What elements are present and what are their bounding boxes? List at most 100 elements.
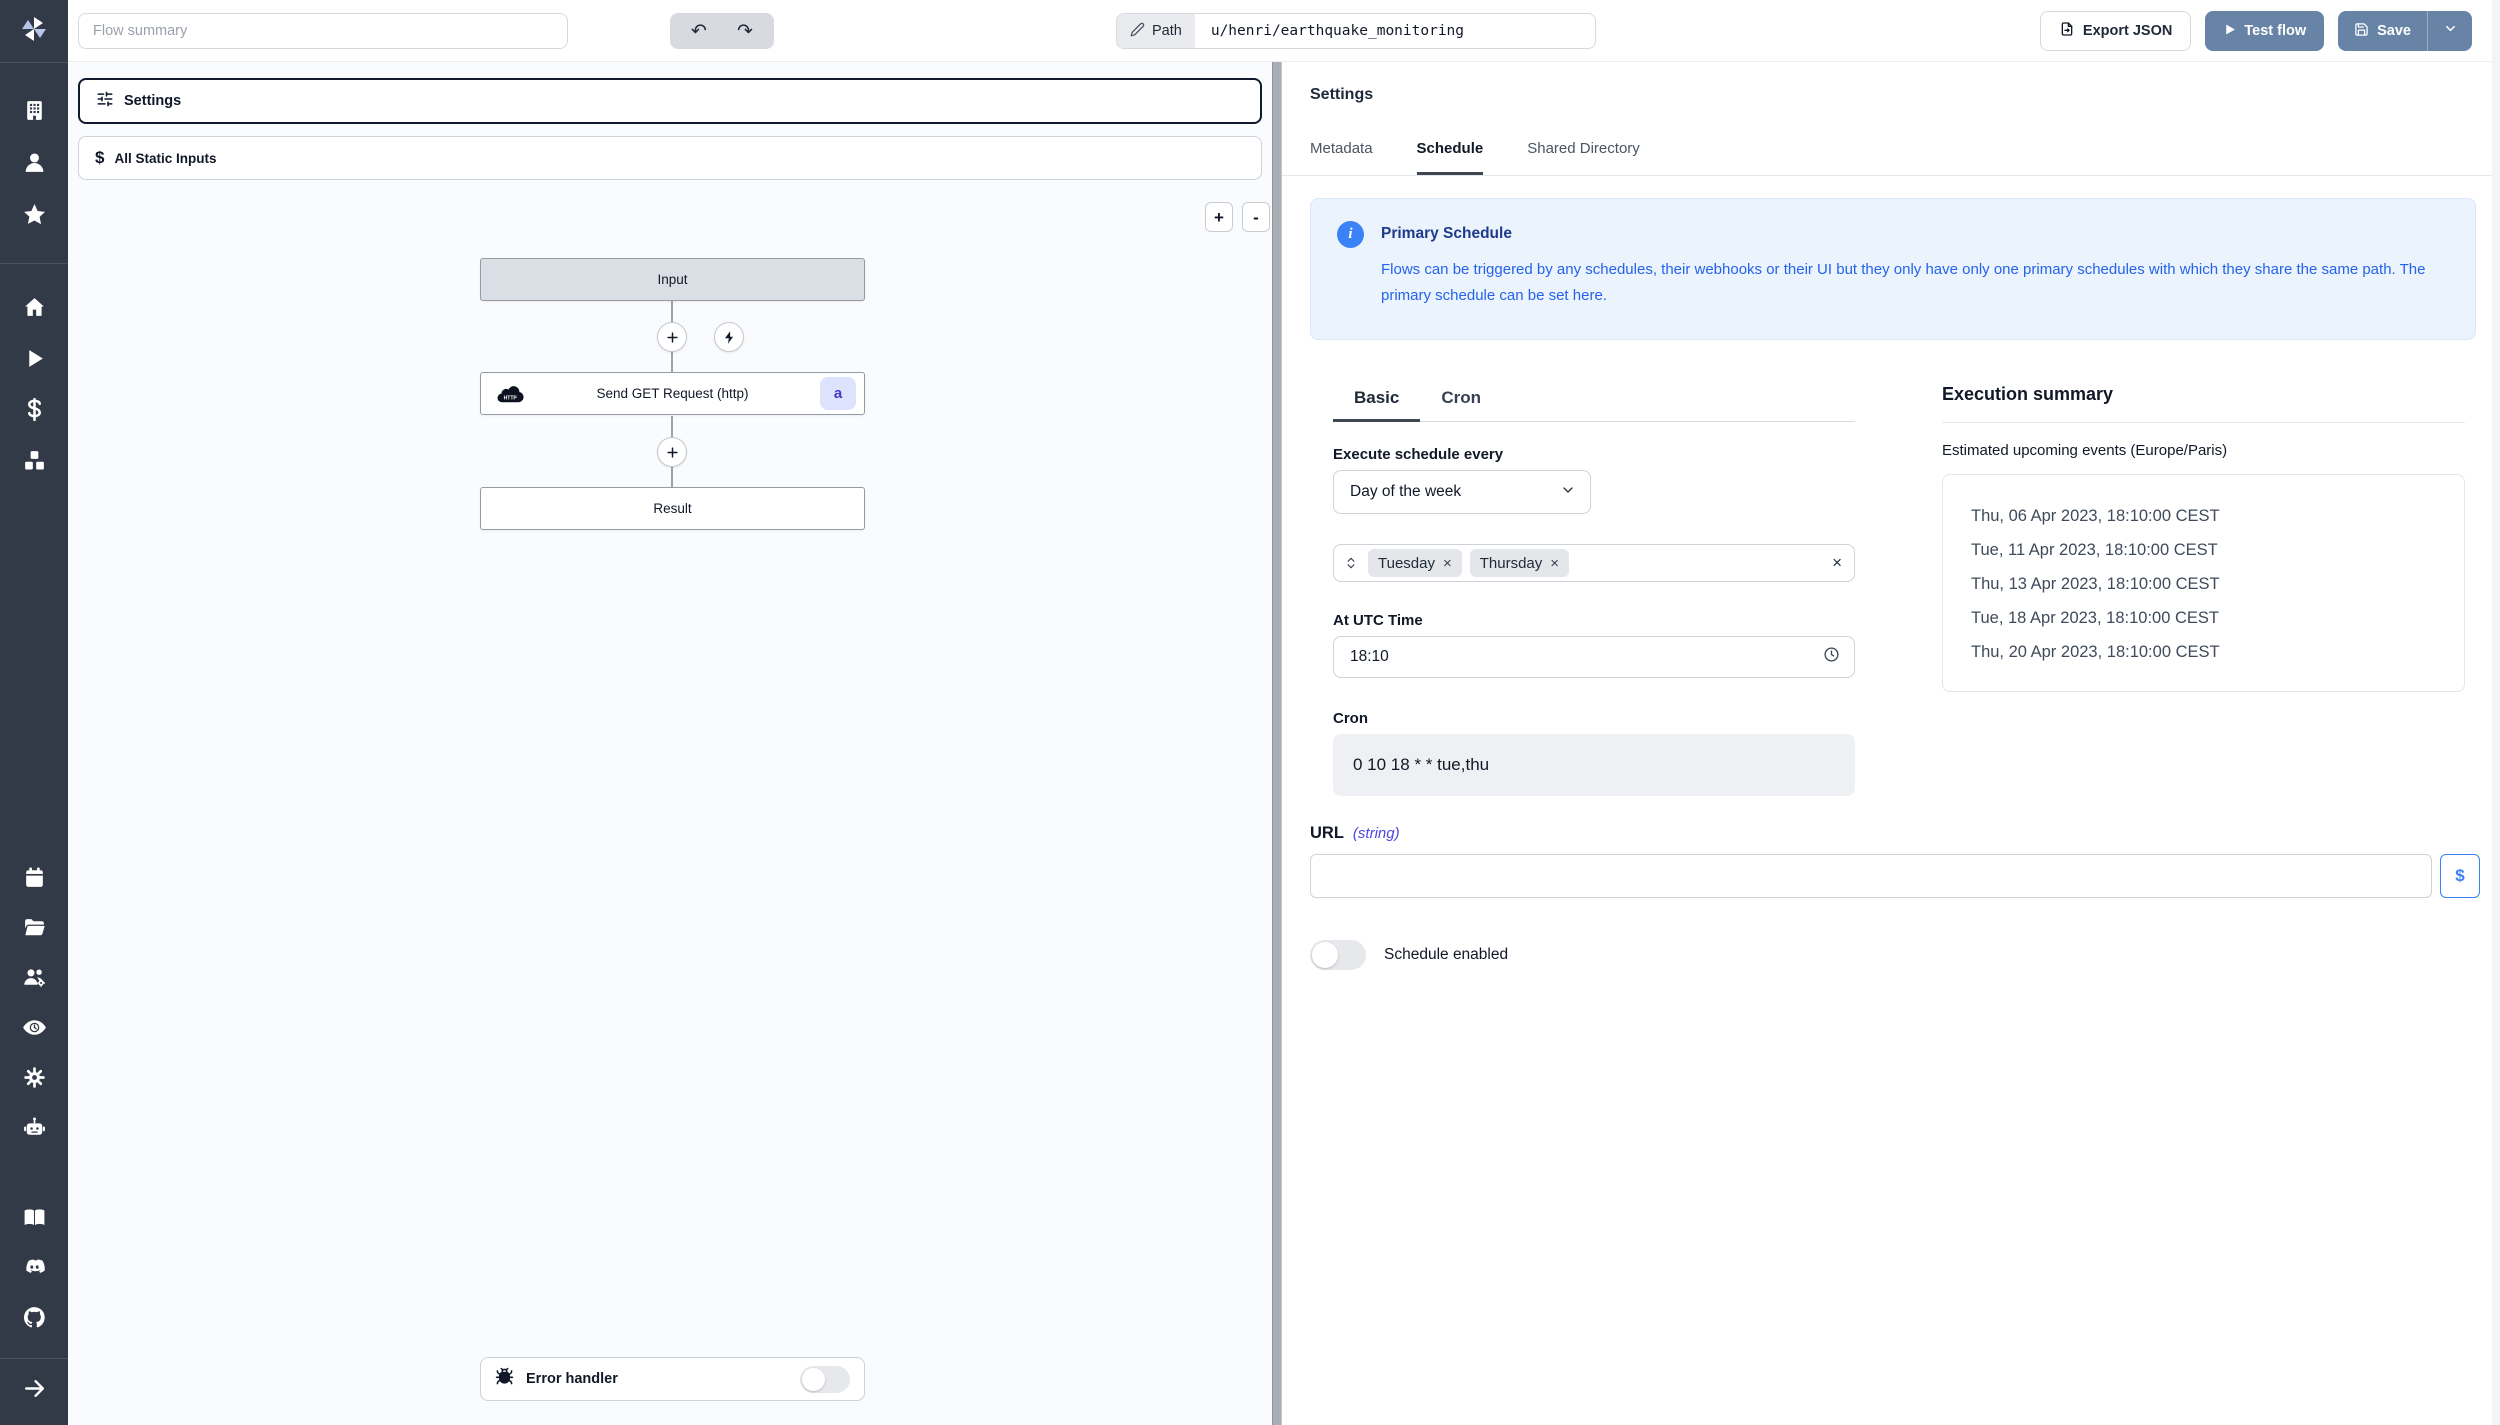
add-step-button-2[interactable]	[657, 437, 687, 467]
sidebar-workspace-group	[10, 89, 58, 241]
sidebar-expand-button[interactable]	[10, 1367, 58, 1415]
path-label: Path	[1152, 23, 1182, 39]
bug-icon	[495, 1367, 514, 1391]
settings-panel: Settings Metadata Schedule Shared Direct…	[1282, 62, 2500, 1425]
windmill-logo-icon	[19, 14, 49, 49]
info-title: Primary Schedule	[1381, 225, 1512, 242]
sidebar-item-favorites[interactable]	[10, 193, 58, 241]
utc-time-value: 18:10	[1350, 648, 1389, 665]
insert-variable-button[interactable]: $	[2440, 854, 2480, 898]
sidebar-item-variables[interactable]	[10, 388, 58, 436]
frequency-select[interactable]: Day of the week	[1333, 470, 1591, 514]
sidebar-divider	[0, 1358, 68, 1359]
export-json-button[interactable]: Export JSON	[2039, 11, 2192, 51]
zoom-out-button[interactable]: -	[1242, 202, 1270, 232]
node-http-step-label: Send GET Request (http)	[596, 386, 749, 401]
save-options-button[interactable]	[2428, 11, 2472, 51]
undo-icon: ↶	[691, 19, 707, 42]
flow-settings-button[interactable]: Settings	[78, 78, 1262, 124]
clock-icon[interactable]	[1823, 646, 1840, 668]
node-result[interactable]: Result	[480, 487, 865, 530]
calendar-icon	[22, 865, 47, 895]
scrollbar-track[interactable]	[2492, 0, 2500, 1425]
app-root: ↶ ↷ Path u/henri/earthquake_monitoring E…	[0, 0, 2500, 1425]
day-chip-label: Thursday	[1479, 554, 1543, 572]
sidebar-item-workspace[interactable]	[10, 89, 58, 137]
url-input[interactable]	[1310, 854, 2432, 898]
sidebar-item-docs[interactable]	[10, 1196, 58, 1244]
add-step-button-1[interactable]	[657, 322, 687, 352]
schedule-enabled-toggle[interactable]	[1310, 940, 1366, 970]
tab-cron[interactable]: Cron	[1420, 388, 1502, 421]
pencil-icon	[1130, 22, 1145, 41]
sidebar-item-user[interactable]	[10, 141, 58, 189]
node-http-step[interactable]: HTTP Send GET Request (http) a	[480, 372, 865, 415]
undo-button[interactable]: ↶	[676, 16, 722, 46]
url-field-header: URL (string)	[1310, 824, 1400, 843]
error-handler[interactable]: Error handler	[480, 1357, 865, 1401]
trigger-bolt-button[interactable]	[714, 322, 744, 352]
sidebar-item-settings[interactable]	[10, 1056, 58, 1104]
path-value[interactable]: u/henri/earthquake_monitoring	[1195, 14, 1595, 48]
zoom-in-button[interactable]: +	[1205, 202, 1233, 232]
clear-days-icon[interactable]: ×	[1832, 553, 1842, 573]
event-row: Thu, 20 Apr 2023, 18:10:00 CEST	[1971, 643, 2220, 661]
day-chip: Tuesday ×	[1368, 549, 1462, 577]
path-label-section: Path	[1117, 14, 1195, 48]
discord-icon	[22, 1255, 47, 1285]
tab-shared-directory[interactable]: Shared Directory	[1527, 140, 1640, 175]
save-button[interactable]: Save	[2338, 11, 2428, 51]
sidebar-item-resources[interactable]	[10, 439, 58, 487]
node-input[interactable]: Input	[480, 258, 865, 301]
test-flow-button[interactable]: Test flow	[2205, 11, 2325, 51]
info-icon: i	[1337, 221, 1364, 248]
sidebar-main-group	[10, 286, 58, 487]
toggle-knob	[802, 1367, 825, 1391]
save-label: Save	[2377, 23, 2411, 39]
path-field[interactable]: Path u/henri/earthquake_monitoring	[1116, 13, 1596, 49]
test-flow-label: Test flow	[2244, 23, 2307, 39]
sidebar	[0, 0, 68, 1425]
node-id-badge: a	[820, 377, 856, 410]
tab-basic[interactable]: Basic	[1333, 388, 1421, 422]
remove-day-icon[interactable]: ×	[1443, 555, 1452, 572]
tab-schedule[interactable]: Schedule	[1416, 140, 1484, 175]
execution-summary-divider	[1942, 422, 2465, 423]
gear-icon	[22, 1065, 47, 1095]
all-static-inputs-label: All Static Inputs	[114, 150, 217, 166]
sliders-icon	[96, 90, 114, 113]
panel-title: Settings	[1310, 86, 1374, 103]
sidebar-item-discord[interactable]	[10, 1246, 58, 1294]
redo-button[interactable]: ↷	[722, 16, 768, 46]
primary-schedule-info: i Primary Schedule Flows can be triggere…	[1310, 198, 2476, 340]
event-row: Thu, 13 Apr 2023, 18:10:00 CEST	[1971, 575, 2220, 593]
days-multiselect[interactable]: Tuesday × Thursday × ×	[1333, 544, 1855, 582]
error-handler-toggle[interactable]	[800, 1365, 850, 1393]
sidebar-item-audit[interactable]	[10, 1006, 58, 1054]
windmill-logo[interactable]	[0, 0, 68, 62]
tab-metadata[interactable]: Metadata	[1310, 140, 1373, 175]
flow-summary-input[interactable]	[78, 13, 568, 49]
play-icon	[22, 346, 47, 376]
flow-settings-label: Settings	[124, 93, 182, 109]
sidebar-item-github[interactable]	[10, 1296, 58, 1344]
http-cloud-icon: HTTP	[495, 382, 525, 406]
schedule-enabled-label: Schedule enabled	[1384, 946, 1509, 963]
sidebar-item-ai[interactable]	[10, 1106, 58, 1154]
day-chip: Thursday ×	[1469, 549, 1570, 577]
frequency-select-value: Day of the week	[1350, 483, 1462, 500]
sidebar-divider	[0, 263, 68, 264]
remove-day-icon[interactable]: ×	[1550, 555, 1559, 572]
sidebar-item-runs[interactable]	[10, 337, 58, 385]
sidebar-item-folders[interactable]	[10, 906, 58, 954]
schedule-enabled-row: Schedule enabled	[1310, 940, 1508, 970]
sidebar-item-groups[interactable]	[10, 956, 58, 1004]
sidebar-item-home[interactable]	[10, 286, 58, 334]
all-static-inputs-button[interactable]: $ All Static Inputs	[78, 136, 1262, 180]
sidebar-item-schedules[interactable]	[10, 856, 58, 904]
utc-time-input[interactable]: 18:10	[1333, 636, 1855, 678]
star-icon	[22, 202, 47, 232]
info-body: Flows can be triggered by any schedules,…	[1381, 261, 2426, 304]
panel-resize-handle[interactable]	[1272, 62, 1282, 1425]
day-chip-label: Tuesday	[1378, 554, 1435, 572]
